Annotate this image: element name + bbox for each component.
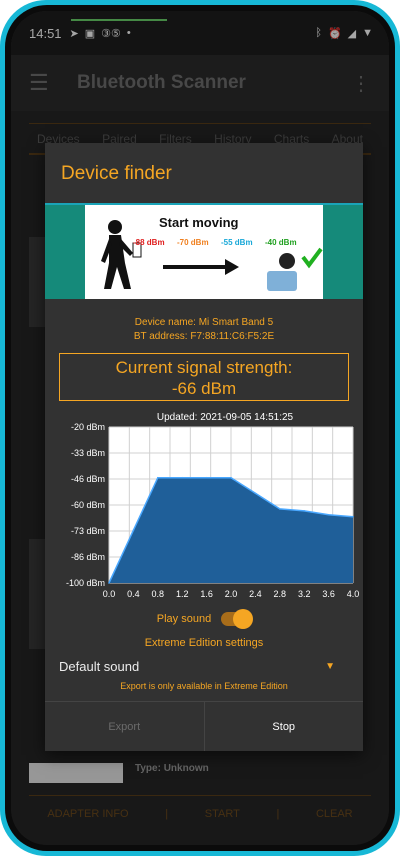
signal-point — [108, 582, 110, 584]
x-tick-label: 4.0 — [347, 589, 360, 599]
phone-bezel: 14:51 ➤ ▣ ③⑤ • ᛒ ⏰ ◢ ▼ ☰ Bluetooth Scann… — [5, 5, 395, 851]
smart-band-icon — [267, 253, 297, 291]
walking-person-icon — [101, 220, 142, 289]
signal-chart: -20 dBm -33 dBm -46 dBm -60 dBm -73 dBm -86 d… — [66, 412, 360, 599]
y-tick-label: -73 dBm — [71, 526, 105, 536]
y-tick-label: -33 dBm — [71, 448, 105, 458]
x-tick-label: 0.4 — [127, 589, 140, 599]
device-finder-dialog: Device finder Start moving -88 dBm -70 d… — [45, 143, 363, 751]
x-tick-label: 0.8 — [152, 589, 165, 599]
y-tick-label: -100 dBm — [66, 578, 105, 588]
dbm-level-3: -55 dBm — [221, 238, 253, 247]
signal-point — [205, 476, 208, 479]
dialog-title: Device finder — [61, 163, 172, 184]
signal-point — [303, 510, 306, 512]
export-button[interactable]: Export — [45, 702, 205, 751]
x-tick-label: 1.6 — [200, 589, 213, 599]
signal-point — [352, 515, 354, 518]
bt-address: BT address: F7:88:11:C6:F5:2E — [133, 331, 275, 342]
phone-frame: 14:51 ➤ ▣ ③⑤ • ᛒ ⏰ ◢ ▼ ☰ Bluetooth Scann… — [0, 0, 400, 856]
y-tick-label: -86 dBm — [71, 552, 105, 562]
y-tick-label: -60 dBm — [71, 500, 105, 510]
dialog-buttons: Export Stop — [45, 701, 363, 751]
signal-label: Current signal strength: — [115, 358, 293, 377]
x-tick-label: 0.0 — [103, 589, 116, 599]
device-name: Device name: Mi Smart Band 5 — [134, 317, 274, 328]
signal-value: -66 dBm — [171, 379, 237, 398]
banner-illustration — [101, 220, 323, 291]
sound-dropdown[interactable]: Default sound ▼ — [59, 655, 335, 677]
screen: 14:51 ➤ ▣ ③⑤ • ᛒ ⏰ ◢ ▼ ☰ Bluetooth Scann… — [11, 11, 389, 845]
signal-point — [132, 529, 135, 532]
instruction-banner: Start moving -88 dBm -70 dBm -55 dBm -40… — [45, 203, 363, 299]
dbm-level-2: -70 dBm — [177, 238, 209, 247]
x-tick-label: 2.0 — [225, 589, 238, 599]
dbm-level-1: -88 dBm — [133, 238, 165, 247]
extreme-settings-label: Extreme Edition settings — [144, 637, 264, 649]
dbm-level-4: -40 dBm — [265, 238, 297, 247]
x-tick-label: 2.4 — [249, 589, 262, 599]
signal-point — [279, 508, 281, 510]
x-tick-label: 1.2 — [176, 589, 189, 599]
dropdown-arrow-icon: ▼ — [325, 660, 335, 672]
play-sound-label: Play sound — [156, 613, 212, 625]
toggle-knob — [233, 609, 254, 629]
y-tick-label: -20 dBm — [71, 422, 105, 432]
signal-point — [181, 476, 183, 479]
y-tick-label: -46 dBm — [71, 474, 105, 484]
signal-strength-box: Current signal strength: -66 dBm — [59, 353, 349, 401]
x-tick-label: 2.8 — [274, 589, 287, 599]
checkmark-icon — [301, 247, 323, 269]
chart-title: Updated: 2021-09-05 14:51:25 — [157, 412, 294, 423]
stop-button[interactable]: Stop — [205, 702, 364, 751]
signal-point — [157, 476, 159, 479]
x-tick-label: 3.2 — [298, 589, 311, 599]
play-sound-toggle[interactable] — [221, 609, 254, 629]
signal-point — [327, 513, 330, 516]
x-tick-label: 3.6 — [322, 589, 335, 599]
sound-selected-value: Default sound — [59, 658, 140, 674]
signal-point — [230, 476, 232, 479]
signal-point — [254, 492, 257, 495]
play-sound-row: Play sound — [45, 609, 363, 629]
export-note: Export is only available in Extreme Edit… — [120, 681, 288, 691]
arrow-right-icon — [163, 259, 239, 275]
